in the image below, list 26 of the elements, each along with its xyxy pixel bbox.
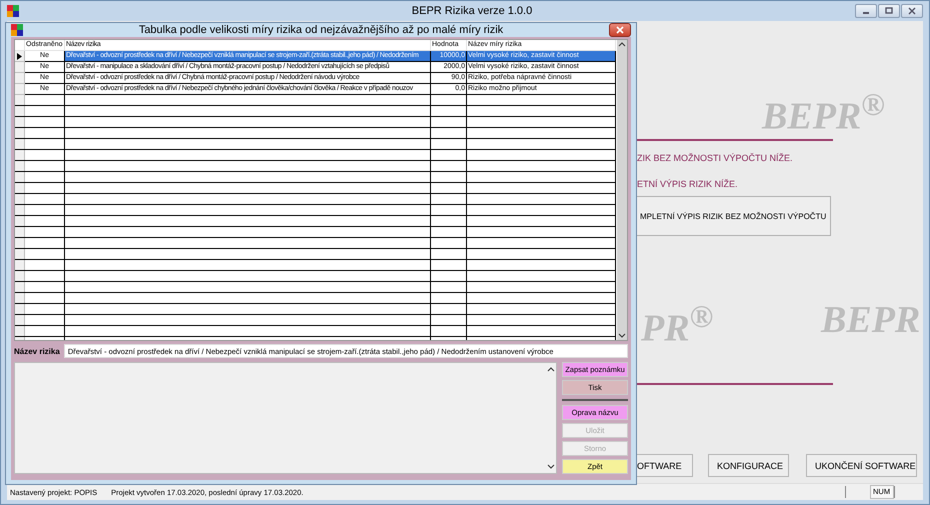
maximize-icon bbox=[884, 7, 894, 15]
scroll-down-icon bbox=[618, 333, 626, 338]
scrollbar[interactable] bbox=[616, 40, 627, 340]
window-title: BEPR Rizika verze 1.0.0 bbox=[410, 5, 534, 17]
row-header[interactable] bbox=[15, 51, 25, 62]
app-logo-icon bbox=[11, 24, 23, 36]
dialog-title: Tabulka podle velikosti míry rizika od nejzávažnějšího až po malé míry rizik bbox=[138, 24, 504, 36]
close-icon bbox=[907, 7, 917, 15]
scroll-down-icon bbox=[547, 464, 555, 469]
row-pointer-icon bbox=[17, 52, 22, 60]
minimize-button[interactable] bbox=[855, 4, 877, 18]
close-icon bbox=[615, 26, 625, 34]
menu-button[interactable]: OFTWARE bbox=[637, 454, 693, 477]
maximize-button[interactable] bbox=[878, 4, 900, 18]
info-text: ZIK BEZ MOŽNOSTI VÝPOČTU NÍŽE. bbox=[637, 153, 793, 163]
header-corner bbox=[15, 40, 25, 51]
full-list-button[interactable]: MPLETNÍ VÝPIS RIZIK BEZ MOŽNOSTI VÝPOČTU bbox=[635, 196, 831, 236]
app-logo-icon bbox=[7, 5, 19, 17]
menu-button[interactable]: UKONČENÍ SOFTWARE bbox=[806, 454, 917, 477]
menu-button[interactable]: KONFIGURACE bbox=[708, 454, 789, 477]
close-button[interactable] bbox=[901, 4, 923, 18]
close-button[interactable] bbox=[609, 23, 631, 37]
scroll-up-icon bbox=[547, 367, 555, 372]
field-label: Název rizika bbox=[14, 346, 60, 356]
scroll-up-icon bbox=[618, 42, 626, 47]
info-text: ETNÍ VÝPIS RIZIK NÍŽE. bbox=[637, 179, 738, 189]
